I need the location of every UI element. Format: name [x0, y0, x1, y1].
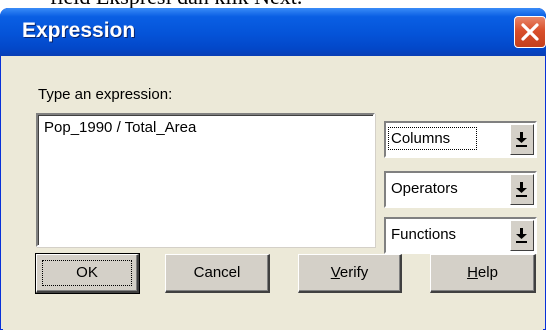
columns-dropdown-label: Columns — [387, 127, 478, 150]
help-button[interactable]: Help — [430, 254, 536, 293]
operators-dropdown-button[interactable] — [510, 174, 534, 205]
dropdown-arrow-icon — [516, 182, 527, 197]
title-bar[interactable]: Expression — [0, 8, 546, 56]
operators-dropdown[interactable]: Operators — [384, 171, 537, 208]
expression-prompt-label: Type an expression: — [38, 86, 173, 103]
ok-button-label: OK — [76, 264, 98, 281]
dialog-body: Type an expression: Pop_1990 / Total_Are… — [3, 56, 543, 330]
expression-text: Pop_1990 / Total_Area — [44, 119, 197, 136]
expression-input[interactable]: Pop_1990 / Total_Area — [36, 113, 375, 247]
close-icon — [521, 23, 539, 41]
columns-dropdown-button[interactable] — [510, 124, 534, 155]
help-mnemonic: H — [467, 264, 478, 281]
dropdown-arrow-icon — [516, 132, 527, 147]
help-button-label: elp — [477, 264, 498, 281]
ok-button[interactable]: OK — [35, 253, 140, 294]
cancel-button-label: Cancel — [193, 264, 241, 281]
dialog-title: Expression — [22, 19, 136, 42]
cancel-button[interactable]: Cancel — [165, 254, 270, 293]
close-button[interactable] — [514, 16, 546, 48]
columns-dropdown[interactable]: Columns — [384, 121, 537, 158]
verify-button[interactable]: Verify — [298, 254, 402, 293]
functions-dropdown[interactable]: Functions — [384, 217, 537, 254]
operators-dropdown-label: Operators — [391, 180, 458, 197]
verify-mnemonic: V — [330, 264, 340, 281]
dropdown-arrow-icon — [516, 228, 527, 243]
verify-button-label: erify — [339, 264, 369, 281]
functions-dropdown-label: Functions — [391, 226, 457, 243]
expression-dialog: Expression Type an expression: Pop_1990 … — [0, 8, 546, 330]
functions-dropdown-button[interactable] — [510, 220, 534, 251]
